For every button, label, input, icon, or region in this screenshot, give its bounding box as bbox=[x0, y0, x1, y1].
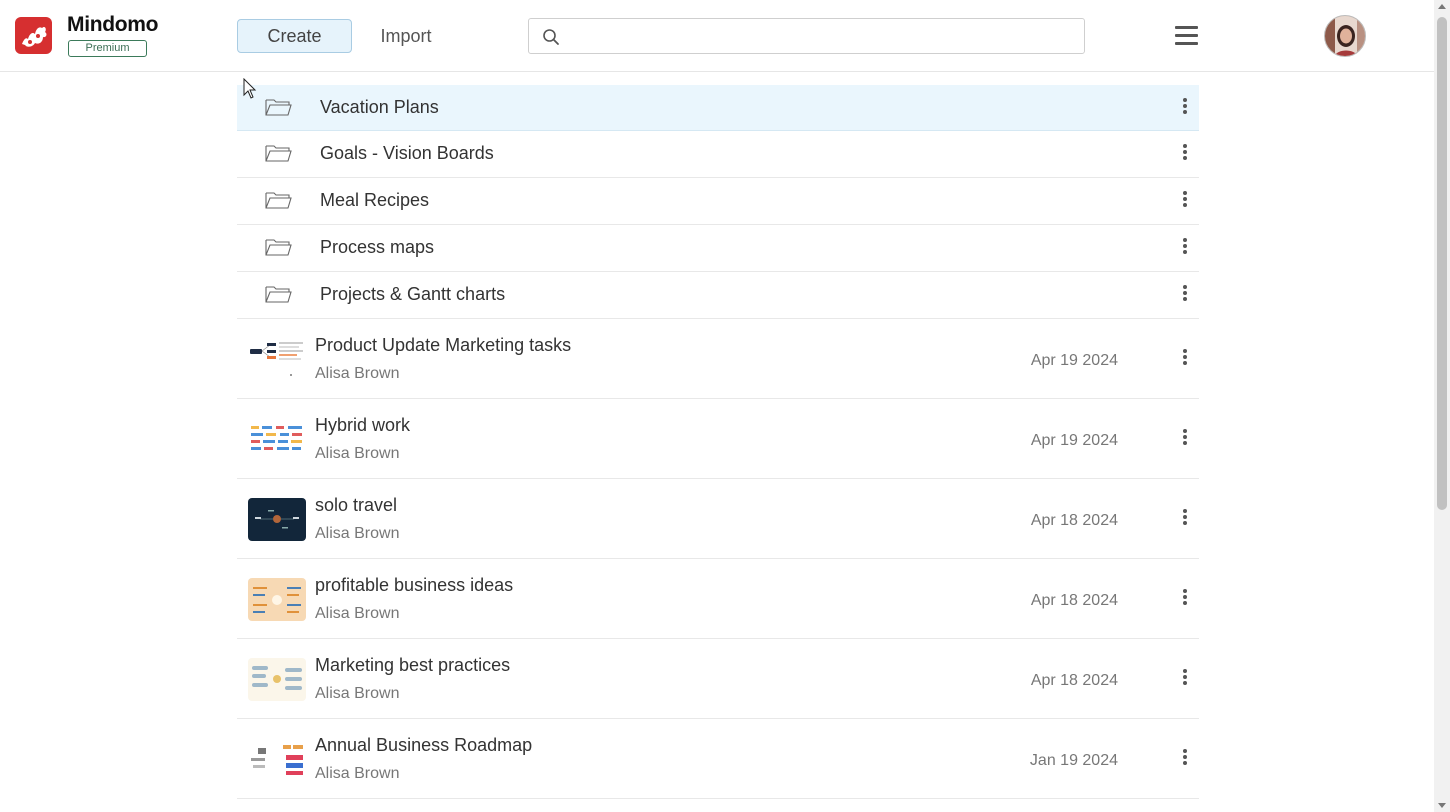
folder-name: Projects & Gantt charts bbox=[320, 284, 506, 304]
map-row[interactable]: profitable business ideas Alisa Brown Ap… bbox=[237, 559, 1199, 639]
hamburger-menu-icon[interactable] bbox=[1175, 26, 1198, 46]
map-thumbnail bbox=[248, 338, 306, 381]
folder-row[interactable]: Meal Recipes bbox=[237, 178, 1199, 225]
premium-badge: Premium bbox=[68, 40, 147, 57]
scroll-down-arrow-icon[interactable] bbox=[1438, 803, 1446, 808]
folder-icon bbox=[265, 99, 292, 116]
folder-name: Goals - Vision Boards bbox=[320, 143, 494, 163]
map-owner: Alisa Brown bbox=[315, 605, 400, 622]
map-thumbnail bbox=[248, 658, 306, 701]
map-owner: Alisa Brown bbox=[315, 685, 400, 702]
folder-row[interactable]: Process maps bbox=[237, 225, 1199, 272]
more-vertical-icon[interactable] bbox=[1181, 349, 1189, 369]
more-vertical-icon[interactable] bbox=[1181, 144, 1189, 164]
map-date: Apr 19 2024 bbox=[1030, 432, 1118, 449]
folder-icon bbox=[265, 239, 292, 256]
map-title: Marketing best practices bbox=[315, 655, 511, 675]
folder-icon bbox=[265, 192, 292, 209]
folder-row[interactable]: Goals - Vision Boards bbox=[237, 131, 1199, 178]
map-row[interactable]: Product Update Marketing tasks Alisa Bro… bbox=[237, 319, 1199, 399]
map-row[interactable]: solo travel Alisa Brown Apr 18 2024 bbox=[237, 479, 1199, 559]
more-vertical-icon[interactable] bbox=[1181, 98, 1189, 118]
folder-row[interactable]: Projects & Gantt charts bbox=[237, 272, 1199, 319]
map-title: Hybrid work bbox=[315, 415, 411, 435]
more-vertical-icon[interactable] bbox=[1181, 669, 1189, 689]
map-date: Jan 19 2024 bbox=[1029, 752, 1118, 769]
folder-name: Meal Recipes bbox=[320, 190, 430, 210]
more-vertical-icon[interactable] bbox=[1181, 589, 1189, 609]
map-owner: Alisa Brown bbox=[315, 445, 400, 462]
user-avatar[interactable] bbox=[1324, 15, 1366, 57]
map-thumbnail bbox=[248, 578, 306, 621]
map-date: Apr 19 2024 bbox=[1030, 352, 1118, 369]
top-bar: Mindomo Premium Create Import bbox=[0, 0, 1434, 72]
folder-name: Process maps bbox=[320, 237, 435, 257]
mindomo-logo-icon[interactable] bbox=[15, 17, 52, 54]
map-title: Product Update Marketing tasks bbox=[315, 335, 572, 355]
map-date: Apr 18 2024 bbox=[1030, 592, 1118, 609]
map-thumbnail bbox=[248, 418, 306, 461]
map-owner: Alisa Brown bbox=[315, 525, 400, 542]
map-date: Apr 18 2024 bbox=[1030, 672, 1118, 689]
page-scrollbar[interactable] bbox=[1434, 0, 1450, 812]
map-row[interactable]: Hybrid work Alisa Brown Apr 19 2024 bbox=[237, 399, 1199, 479]
folder-icon bbox=[265, 286, 292, 303]
map-title: Annual Business Roadmap bbox=[315, 735, 533, 755]
more-vertical-icon[interactable] bbox=[1181, 429, 1189, 449]
search-icon bbox=[543, 29, 559, 45]
more-vertical-icon[interactable] bbox=[1181, 238, 1189, 258]
folder-icon bbox=[265, 145, 292, 162]
map-title: solo travel bbox=[315, 495, 398, 515]
create-button[interactable]: Create bbox=[237, 19, 352, 53]
search-box[interactable] bbox=[528, 18, 1085, 54]
import-button[interactable]: Import bbox=[361, 19, 451, 53]
app-name: Mindomo bbox=[67, 13, 159, 36]
map-date: Apr 18 2024 bbox=[1030, 512, 1118, 529]
map-row[interactable]: Annual Business Roadmap Alisa Brown Jan … bbox=[237, 719, 1199, 799]
scroll-up-arrow-icon[interactable] bbox=[1438, 4, 1446, 9]
map-owner: Alisa Brown bbox=[315, 365, 400, 382]
search-input[interactable] bbox=[569, 21, 1074, 51]
more-vertical-icon[interactable] bbox=[1181, 285, 1189, 305]
map-thumbnail bbox=[248, 498, 306, 541]
more-vertical-icon[interactable] bbox=[1181, 191, 1189, 211]
map-row[interactable]: Marketing best practices Alisa Brown Apr… bbox=[237, 639, 1199, 719]
document-list: Vacation Plans Goals - Vision Boards Mea… bbox=[237, 85, 1199, 799]
folder-name: Vacation Plans bbox=[320, 97, 439, 117]
folder-row[interactable]: Vacation Plans bbox=[237, 85, 1199, 131]
more-vertical-icon[interactable] bbox=[1181, 749, 1189, 769]
more-vertical-icon[interactable] bbox=[1181, 509, 1189, 529]
map-thumbnail bbox=[248, 738, 306, 781]
map-title: profitable business ideas bbox=[315, 575, 514, 595]
map-owner: Alisa Brown bbox=[315, 765, 400, 782]
scroll-thumb[interactable] bbox=[1437, 17, 1447, 510]
